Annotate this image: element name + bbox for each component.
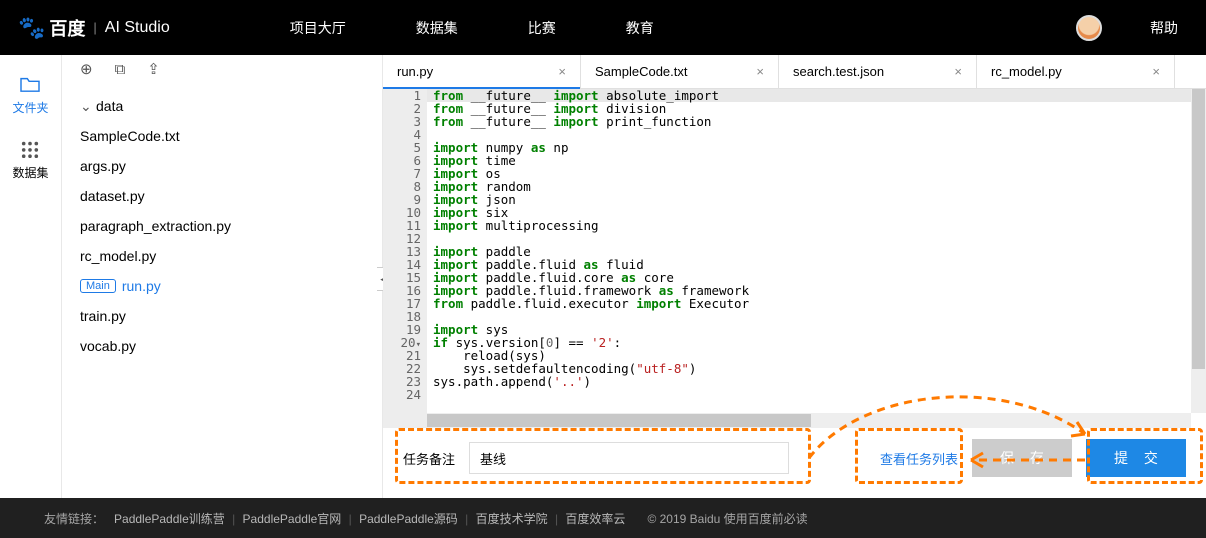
folder-icon bbox=[19, 75, 41, 93]
task-label: 任务备注 bbox=[403, 449, 455, 468]
file-row[interactable]: SampleCode.txt bbox=[62, 121, 382, 151]
code-editor[interactable]: 1234567891011121314151617181920▾21222324… bbox=[383, 89, 1206, 428]
main-badge: Main bbox=[80, 279, 116, 293]
file-row[interactable]: rc_model.py bbox=[62, 241, 382, 271]
sidebar-item-files[interactable]: 文件夹 bbox=[12, 75, 48, 116]
brand-sep: | bbox=[93, 20, 96, 35]
close-icon[interactable]: × bbox=[756, 64, 764, 79]
nav-education[interactable]: 教育 bbox=[626, 18, 654, 38]
footer-label: 友情链接： bbox=[44, 510, 104, 527]
footer-link[interactable]: 百度效率云 bbox=[565, 512, 625, 526]
footer: 友情链接： PaddlePaddle训练营 | PaddlePaddle官网 |… bbox=[0, 498, 1206, 538]
help-link[interactable]: 帮助 bbox=[1150, 18, 1178, 38]
footer-copyright: © 2019 Baidu 使用百度前必读 bbox=[647, 510, 807, 527]
line-gutter: 1234567891011121314151617181920▾21222324 bbox=[383, 89, 427, 428]
vertical-scrollbar[interactable] bbox=[1191, 89, 1206, 413]
file-row[interactable]: args.py bbox=[62, 151, 382, 181]
brand-cn: 百度 bbox=[49, 15, 85, 41]
editor-pane: ◂ run.py× SampleCode.txt× search.test.js… bbox=[382, 55, 1206, 498]
paw-icon: 🐾 bbox=[18, 15, 45, 41]
file-list: ⌄data SampleCode.txt args.py dataset.py … bbox=[62, 83, 382, 498]
footer-link[interactable]: 百度技术学院 bbox=[476, 512, 548, 526]
view-task-list-link[interactable]: 查看任务列表 bbox=[880, 449, 958, 468]
code-body[interactable]: from __future__ import absolute_importfr… bbox=[427, 89, 1206, 428]
chevron-down-icon: ⌄ bbox=[80, 98, 96, 115]
file-row-main[interactable]: Mainrun.py bbox=[62, 271, 382, 301]
nav-datasets[interactable]: 数据集 bbox=[416, 18, 458, 38]
task-note-input[interactable] bbox=[469, 442, 789, 474]
nav-projects[interactable]: 项目大厅 bbox=[290, 18, 346, 38]
file-row[interactable]: paragraph_extraction.py bbox=[62, 211, 382, 241]
avatar[interactable] bbox=[1076, 15, 1102, 41]
footer-link[interactable]: PaddlePaddle官网 bbox=[243, 512, 342, 526]
vertical-sidebar: 文件夹 数据集 bbox=[0, 55, 62, 498]
file-row[interactable]: vocab.py bbox=[62, 331, 382, 361]
sidebar-item-dataset[interactable]: 数据集 bbox=[12, 140, 48, 181]
folder-row[interactable]: ⌄data bbox=[62, 91, 382, 121]
tab-search-json[interactable]: search.test.json× bbox=[779, 55, 977, 88]
brand-sub: AI Studio bbox=[105, 19, 170, 37]
task-bar: 任务备注 查看任务列表 保 存 提 交 bbox=[391, 428, 1198, 488]
close-icon[interactable]: × bbox=[954, 64, 962, 79]
file-row[interactable]: train.py bbox=[62, 301, 382, 331]
nav-items: 项目大厅 数据集 比赛 教育 bbox=[290, 18, 654, 38]
close-icon[interactable]: × bbox=[1152, 64, 1160, 79]
save-button[interactable]: 保 存 bbox=[972, 439, 1072, 477]
logo[interactable]: 🐾 百度 | AI Studio bbox=[18, 15, 170, 41]
submit-button[interactable]: 提 交 bbox=[1086, 439, 1186, 477]
top-nav: 🐾 百度 | AI Studio 项目大厅 数据集 比赛 教育 帮助 bbox=[0, 0, 1206, 55]
file-toolbar: ⊕ ⧉ ⇪ bbox=[62, 55, 382, 83]
upload-icon[interactable]: ⇪ bbox=[147, 60, 160, 78]
sidebar-label-files: 文件夹 bbox=[12, 99, 48, 116]
footer-link[interactable]: PaddlePaddle源码 bbox=[359, 512, 458, 526]
tab-samplecode[interactable]: SampleCode.txt× bbox=[581, 55, 779, 88]
sidebar-label-dataset: 数据集 bbox=[12, 164, 48, 181]
new-file-icon[interactable]: ⊕ bbox=[80, 60, 93, 78]
horizontal-scrollbar[interactable] bbox=[427, 413, 1191, 428]
file-panel: ⊕ ⧉ ⇪ ⌄data SampleCode.txt args.py datas… bbox=[62, 55, 382, 498]
file-row[interactable]: dataset.py bbox=[62, 181, 382, 211]
new-folder-icon[interactable]: ⧉ bbox=[115, 61, 126, 78]
footer-link[interactable]: PaddlePaddle训练营 bbox=[114, 512, 225, 526]
dots-grid-icon bbox=[19, 140, 41, 158]
nav-competitions[interactable]: 比赛 bbox=[528, 18, 556, 38]
editor-tabs: run.py× SampleCode.txt× search.test.json… bbox=[383, 55, 1206, 89]
close-icon[interactable]: × bbox=[558, 64, 566, 79]
tab-run-py[interactable]: run.py× bbox=[383, 55, 581, 88]
tab-rcmodel[interactable]: rc_model.py× bbox=[977, 55, 1175, 88]
